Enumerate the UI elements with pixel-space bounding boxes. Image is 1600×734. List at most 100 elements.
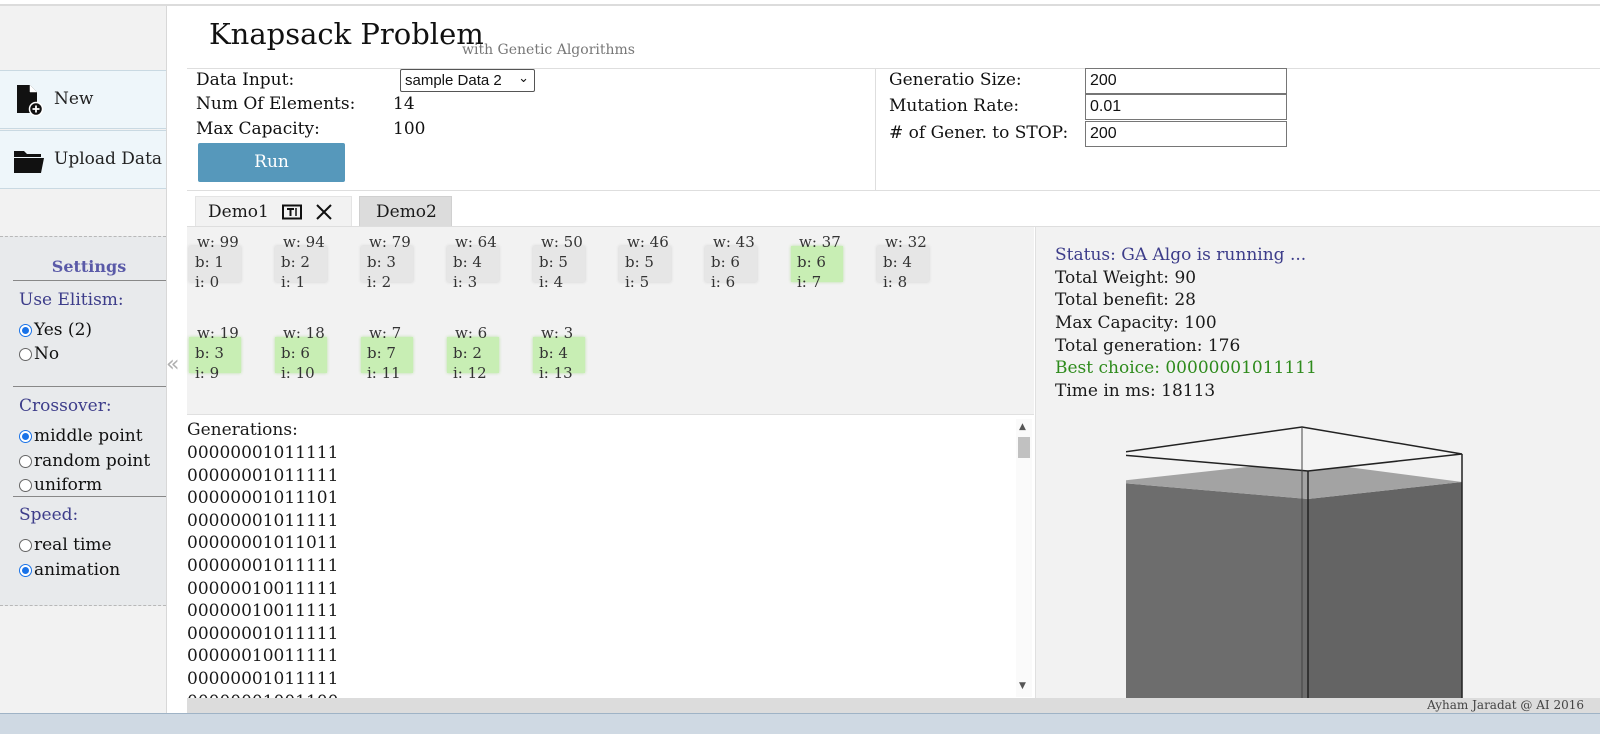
elitism-label: Use Elitism: [19, 290, 124, 310]
crossover-label: Crossover: [19, 396, 112, 416]
item-b-label: b: 6 [281, 344, 310, 362]
upload-data-button[interactable]: Upload Data [0, 130, 166, 189]
crossover-random-radio[interactable] [19, 454, 32, 468]
best-choice: Best choice: 00000001011111 [1055, 358, 1317, 378]
page-title: Knapsack Problem [209, 17, 484, 51]
item-card: w: 18 b: 6 i: 10 [273, 323, 329, 382]
generation-row: 00000010011111 [187, 578, 339, 599]
item-i-label: i: 9 [195, 364, 220, 382]
generation-size-input[interactable]: 200 [1085, 68, 1287, 94]
item-w-label: w: 94 [283, 233, 325, 251]
speed-realtime-option[interactable]: real time [19, 535, 112, 555]
collapse-sidebar-icon[interactable]: « [166, 352, 179, 377]
generation-row: 00000010011111 [187, 646, 339, 667]
item-i-label: i: 12 [453, 364, 487, 382]
speed-label: Speed: [19, 505, 79, 525]
generation-row: 00000001011111 [187, 465, 339, 486]
item-i-label: i: 0 [195, 273, 220, 291]
settings-title: Settings [51, 257, 127, 276]
elitism-yes-radio[interactable] [19, 323, 32, 337]
elitism-no-label: No [34, 344, 60, 364]
settings-divider [13, 496, 166, 497]
controls-divider [875, 68, 876, 190]
item-b-label: b: 3 [367, 253, 396, 271]
item-w-label: w: 99 [197, 233, 239, 251]
settings-divider [13, 280, 166, 281]
generations-list: 00000001011111 00000001011111 000000010111… [187, 442, 338, 698]
scrollbar-thumb[interactable] [1018, 437, 1030, 458]
item-w-label: w: 19 [197, 324, 239, 342]
generations-scrollbar[interactable]: ▲ ▼ [1016, 419, 1032, 697]
item-card: w: 7 b: 7 i: 11 [359, 323, 415, 382]
generation-row: 00000001011101 [187, 488, 339, 509]
mutation-rate-input[interactable]: 0.01 [1085, 94, 1287, 120]
crossover-uniform-radio[interactable] [19, 478, 32, 492]
items-panel: w: 99 b: 1 i: 0 w: 94 b: 2 i: 1 w: 79 b: 3 i: 2w… [187, 227, 1034, 415]
elitism-yes-option[interactable]: Yes (2) [19, 320, 92, 340]
total-generation: Total generation: 176 [1055, 336, 1241, 356]
page-subtitle: with Genetic Algorithms [462, 42, 635, 58]
item-w-label: w: 64 [455, 233, 497, 251]
item-w-label: w: 3 [541, 324, 574, 342]
close-icon[interactable] [314, 202, 334, 222]
item-i-label: i: 7 [797, 273, 822, 291]
new-file-icon [17, 85, 44, 116]
item-card: w: 94 b: 2 i: 1 [273, 232, 329, 291]
upload-data-label: Upload Data [54, 149, 163, 169]
item-w-label: w: 18 [283, 324, 325, 342]
item-w-label: w: 79 [369, 233, 411, 251]
tab-bar: Demo1 Demo2 [187, 190, 1600, 227]
item-card: w: 46 b: 5 i: 5 [617, 232, 673, 291]
sidebar: New Upload Data Settings Use Elitism: Ye… [0, 6, 167, 713]
elitism-no-option[interactable]: No [19, 344, 59, 364]
gen-stop-input[interactable]: 200 [1085, 121, 1287, 147]
generation-row: 00000001011111 [187, 555, 339, 576]
elitism-yes-label: Yes (2) [34, 320, 93, 340]
crossover-uniform-label: uniform [34, 475, 103, 495]
speed-animation-radio[interactable] [19, 563, 32, 577]
knapsack-fill-right [1308, 482, 1462, 698]
item-i-label: i: 10 [281, 364, 315, 382]
generation-row: 00000001011111 [187, 443, 339, 463]
tab-demo1-label: Demo1 [208, 202, 269, 222]
max-capacity-label: Max Capacity: [196, 119, 320, 139]
num-elements-value: 14 [393, 94, 415, 114]
item-card: w: 6 b: 2 i: 12 [445, 323, 501, 382]
run-button[interactable]: Run [198, 143, 345, 182]
speed-animation-option[interactable]: animation [19, 560, 120, 580]
crossover-uniform-option[interactable]: uniform [19, 475, 102, 495]
item-i-label: i: 5 [625, 273, 650, 291]
knapsack-top-face [1126, 426, 1463, 472]
item-b-label: b: 2 [453, 344, 482, 362]
data-input-select[interactable]: sample Data 2 ⌄ [400, 69, 535, 92]
scroll-down-icon[interactable]: ▼ [1019, 681, 1026, 691]
generation-row: 00000010011111 [187, 601, 339, 622]
rename-tab-icon[interactable] [282, 204, 302, 220]
knapsack-fill-front [1126, 483, 1308, 698]
item-w-label: w: 7 [369, 324, 402, 342]
item-card: w: 50 b: 5 i: 4 [531, 232, 587, 291]
elitism-no-radio[interactable] [19, 347, 32, 361]
item-b-label: b: 7 [367, 344, 396, 362]
tab-demo1[interactable]: Demo1 [195, 196, 352, 226]
crossover-middle-label: middle point [34, 426, 143, 446]
gen-stop-label: # of Gener. to STOP: [889, 123, 1069, 143]
max-capacity-value: 100 [393, 119, 426, 139]
crossover-random-label: random point [34, 451, 151, 471]
speed-realtime-radio[interactable] [19, 538, 32, 552]
new-button[interactable]: New [0, 70, 166, 129]
item-i-label: i: 6 [711, 273, 736, 291]
item-b-label: b: 5 [539, 253, 568, 271]
crossover-middle-option[interactable]: middle point [19, 426, 143, 446]
scroll-up-icon[interactable]: ▲ [1019, 422, 1026, 432]
mutation-rate-label: Mutation Rate: [889, 96, 1020, 116]
item-i-label: i: 8 [883, 273, 908, 291]
crossover-middle-radio[interactable] [19, 429, 32, 443]
crossover-random-option[interactable]: random point [19, 451, 150, 471]
tab-demo2[interactable]: Demo2 [359, 196, 452, 226]
header: Knapsack Problem with Genetic Algorithms [187, 6, 1600, 69]
item-i-label: i: 11 [367, 364, 401, 382]
item-b-label: b: 4 [539, 344, 568, 362]
total-benefit: Total benefit: 28 [1055, 290, 1196, 310]
generations-panel: Generations: 00000001011111 0000000101111… [187, 415, 1034, 698]
